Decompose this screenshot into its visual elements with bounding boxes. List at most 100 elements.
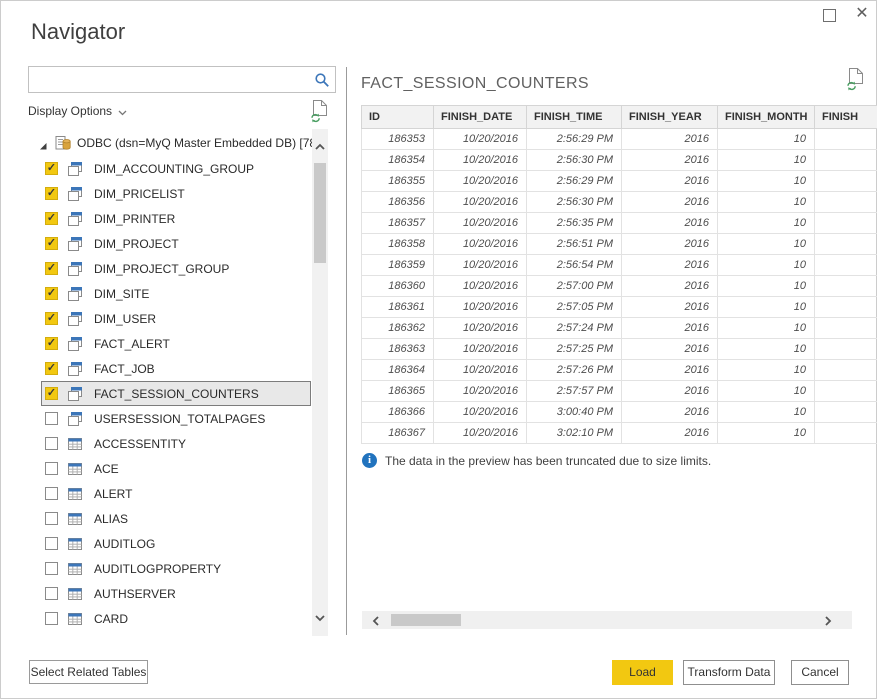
table-cell: 10 — [718, 318, 815, 339]
checkbox[interactable] — [45, 587, 58, 600]
tree-item[interactable]: ✓ FACT_JOB — [41, 356, 311, 381]
view-icon — [67, 311, 83, 327]
table-cell: 10 — [718, 171, 815, 192]
checkbox[interactable]: ✓ — [45, 312, 58, 325]
tree-item[interactable]: ✓ DIM_PRICELIST — [41, 181, 311, 206]
table-cell: 2016 — [622, 381, 718, 402]
view-icon — [67, 186, 83, 202]
search-icon[interactable] — [314, 72, 330, 88]
tree-item[interactable]: ✓ DIM_PRINTER — [41, 206, 311, 231]
tree-item[interactable]: ✓ DIM_USER — [41, 306, 311, 331]
table-cell: 186364 — [362, 360, 434, 381]
checkbox[interactable]: ✓ — [45, 287, 58, 300]
table-cell: 2016 — [622, 339, 718, 360]
preview-scrollbar-thumb[interactable] — [391, 614, 461, 626]
view-icon — [67, 411, 83, 427]
tree-item[interactable]: ✓ DIM_PROJECT_GROUP — [41, 256, 311, 281]
tree-item[interactable]: ✓ DIM_SITE — [41, 281, 311, 306]
tree-item-label: DIM_ACCOUNTING_GROUP — [94, 162, 254, 176]
table-header-row: IDFINISH_DATEFINISH_TIMEFINISH_YEARFINIS… — [362, 106, 877, 129]
table-row: 18635610/20/20162:56:30 PM201610 — [362, 192, 877, 213]
cancel-button[interactable]: Cancel — [791, 660, 849, 685]
table-cell: 2016 — [622, 276, 718, 297]
view-icon — [67, 361, 83, 377]
checkbox[interactable] — [45, 462, 58, 475]
tree-item[interactable]: ✓ DIM_PROJECT — [41, 231, 311, 256]
expand-collapse-icon[interactable] — [38, 138, 48, 148]
scroll-right-icon[interactable] — [824, 614, 832, 632]
tree-item-label: AUDITLOGPROPERTY — [94, 562, 221, 576]
view-icon — [67, 161, 83, 177]
tree-item[interactable]: ✓ FACT_ALERT — [41, 331, 311, 356]
checkbox[interactable] — [45, 412, 58, 425]
checkbox[interactable] — [45, 487, 58, 500]
tree-root-label: ODBC (dsn=MyQ Master Embedded DB) [78] — [77, 136, 312, 150]
preview-scrollbar[interactable] — [362, 611, 852, 629]
load-button[interactable]: Load — [612, 660, 673, 685]
scroll-down-icon[interactable] — [314, 609, 326, 627]
select-related-tables-button[interactable]: Select Related Tables — [29, 660, 148, 684]
table-cell: 2016 — [622, 213, 718, 234]
search-input[interactable] — [31, 69, 311, 90]
checkbox[interactable]: ✓ — [45, 262, 58, 275]
table-cell: 2:57:24 PM — [527, 318, 622, 339]
checkbox[interactable]: ✓ — [45, 237, 58, 250]
checkbox[interactable] — [45, 562, 58, 575]
refresh-icon[interactable] — [309, 99, 329, 123]
scroll-left-icon[interactable] — [372, 614, 380, 632]
table-cell — [815, 171, 877, 192]
tree-item[interactable]: USERSESSION_TOTALPAGES — [41, 406, 311, 431]
checkbox[interactable]: ✓ — [45, 387, 58, 400]
checkbox[interactable] — [45, 437, 58, 450]
view-icon — [67, 286, 83, 302]
truncation-note-text: The data in the preview has been truncat… — [385, 454, 711, 468]
tree-item[interactable]: CARD — [41, 606, 311, 631]
table-cell — [815, 360, 877, 381]
maximize-icon[interactable] — [823, 9, 836, 22]
table-cell: 2:56:30 PM — [527, 150, 622, 171]
tree-item-label: DIM_PRINTER — [94, 212, 175, 226]
checkbox[interactable]: ✓ — [45, 162, 58, 175]
checkbox[interactable] — [45, 537, 58, 550]
table-cell: 10 — [718, 297, 815, 318]
tree-item[interactable]: ALIAS — [41, 506, 311, 531]
table-icon — [67, 586, 83, 602]
tree-root-odbc[interactable]: ODBC (dsn=MyQ Master Embedded DB) [78] — [28, 129, 312, 156]
table-cell: 2:57:05 PM — [527, 297, 622, 318]
table-cell: 3:02:10 PM — [527, 423, 622, 444]
checkbox[interactable] — [45, 512, 58, 525]
tree-item[interactable]: AUDITLOGPROPERTY — [41, 556, 311, 581]
tree-item[interactable]: AUDITLOG — [41, 531, 311, 556]
tree-item[interactable]: ACE — [41, 456, 311, 481]
view-icon — [67, 336, 83, 352]
table-row: 18636310/20/20162:57:25 PM201610 — [362, 339, 877, 360]
close-icon[interactable]: ✕ — [853, 4, 871, 24]
tree-scrollbar-thumb[interactable] — [314, 163, 326, 263]
refresh-preview-icon[interactable] — [845, 67, 865, 91]
table-cell — [815, 129, 877, 150]
tree-item[interactable]: ✓ DIM_ACCOUNTING_GROUP — [41, 156, 311, 181]
tree-scrollbar[interactable] — [312, 129, 328, 636]
tree-item[interactable]: AUTHSERVER — [41, 581, 311, 606]
tree-item[interactable]: ✓ FACT_SESSION_COUNTERS — [41, 381, 311, 406]
transform-data-button[interactable]: Transform Data — [683, 660, 775, 685]
table-cell: 186365 — [362, 381, 434, 402]
table-cell: 10 — [718, 234, 815, 255]
table-row: 18635910/20/20162:56:54 PM201610 — [362, 255, 877, 276]
checkbox[interactable]: ✓ — [45, 337, 58, 350]
table-icon — [67, 536, 83, 552]
tree-item[interactable]: ALERT — [41, 481, 311, 506]
table-row: 18636510/20/20162:57:57 PM201610 — [362, 381, 877, 402]
info-icon: i — [362, 453, 377, 468]
table-row: 18635310/20/20162:56:29 PM201610 — [362, 129, 877, 150]
tree-item[interactable]: ACCESSENTITY — [41, 431, 311, 456]
checkbox[interactable]: ✓ — [45, 362, 58, 375]
table-cell: 10/20/2016 — [434, 255, 527, 276]
checkbox[interactable]: ✓ — [45, 212, 58, 225]
table-cell: 2:57:26 PM — [527, 360, 622, 381]
panel-divider — [346, 67, 347, 635]
checkbox[interactable] — [45, 612, 58, 625]
checkbox[interactable]: ✓ — [45, 187, 58, 200]
scroll-up-icon[interactable] — [314, 138, 326, 156]
display-options-dropdown[interactable]: Display Options — [28, 102, 127, 120]
